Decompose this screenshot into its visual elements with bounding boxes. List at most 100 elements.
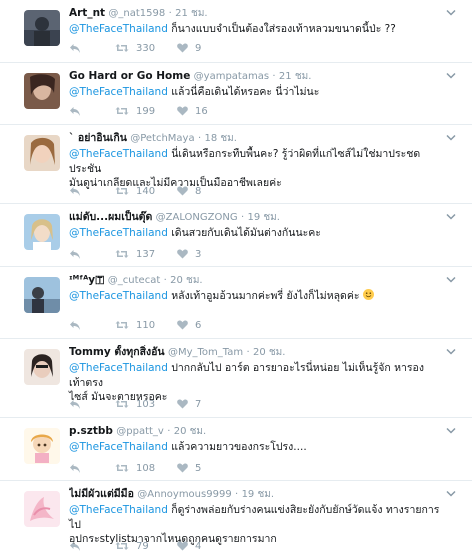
heart-icon — [177, 249, 188, 259]
chevron-down-icon[interactable] — [446, 9, 456, 17]
retweet-button[interactable]: 140 — [115, 186, 177, 197]
display-name[interactable]: แม่ดับ...ผมเป็นตุ๊ด — [69, 211, 152, 223]
heart-icon — [177, 399, 188, 409]
mention-link[interactable]: @TheFaceThailand — [69, 362, 168, 374]
like-count: 6 — [195, 319, 202, 331]
display-name[interactable]: ᶦᴹᶠᴬy🇹 — [69, 274, 104, 286]
like-button[interactable]: 3 — [177, 249, 201, 260]
avatar[interactable] — [24, 135, 60, 171]
tweet-time[interactable]: 20 ชม. — [253, 347, 285, 358]
reply-icon[interactable] — [69, 43, 115, 54]
display-name[interactable]: Tommy ตั้งทุกสิ่งอัน — [69, 346, 165, 358]
user-handle[interactable]: @ZALONGZONG — [156, 212, 238, 223]
tweet-time[interactable]: 20 ชม. — [170, 275, 202, 286]
tweet-body: หลังเท้าอูมอ้วนมากค่ะพรี่ ยังไงก็ไม่หลุด… — [167, 290, 360, 302]
retweet-button[interactable]: 103 — [115, 399, 177, 410]
user-handle[interactable]: @ppatt_v — [116, 426, 164, 437]
avatar[interactable] — [24, 491, 60, 527]
like-count: 16 — [195, 105, 208, 117]
separator-dot: · — [167, 426, 171, 437]
user-handle[interactable]: @yampatamas — [194, 71, 269, 82]
tweet-item[interactable]: p.sztbb @ppatt_v · 20 ชม. @TheFaceThaila… — [0, 418, 472, 481]
avatar[interactable] — [24, 277, 60, 313]
retweet-icon — [115, 43, 129, 53]
tweet-time[interactable]: 21 ชม. — [279, 71, 311, 82]
tweet-item[interactable]: Art_nt @_nat1598 · 21 ชม. @TheFaceThaila… — [0, 0, 472, 63]
smile-emoji-icon — [362, 289, 374, 300]
reply-icon[interactable] — [69, 320, 115, 331]
user-handle[interactable]: @_cutecat — [108, 275, 160, 286]
like-button[interactable]: 7 — [177, 399, 201, 410]
avatar[interactable] — [24, 428, 60, 464]
avatar[interactable] — [24, 73, 60, 109]
chevron-down-icon[interactable] — [446, 348, 456, 356]
mention-link[interactable]: @TheFaceThailand — [69, 290, 168, 302]
display-name[interactable]: Go Hard or Go Home — [69, 70, 190, 82]
retweet-count: 140 — [136, 185, 156, 197]
tweet-item[interactable]: ᶦᴹᶠᴬy🇹 @_cutecat · 20 ชม. @TheFaceThaila… — [0, 267, 472, 339]
tweet-actions: 110 6 — [69, 318, 201, 332]
tweet-body: เดินสวยกับเดินได้มันต่างกันนะคะ — [167, 227, 321, 239]
like-button[interactable]: 8 — [177, 186, 201, 197]
separator-dot: · — [246, 347, 250, 358]
tweet-text: @TheFaceThailand แล้วนี่คือเดินได้หรอคะ … — [69, 85, 440, 100]
display-name[interactable]: ไม่มีผัวแต่มีมือ — [69, 488, 134, 500]
tweet-time[interactable]: 21 ชม. — [175, 8, 207, 19]
tweet-item[interactable]: Go Hard or Go Home @yampatamas · 21 ชม. … — [0, 63, 472, 125]
tweet-actions: 330 9 — [69, 41, 201, 55]
avatar[interactable] — [24, 214, 60, 250]
chevron-down-icon[interactable] — [446, 276, 456, 284]
user-handle[interactable]: @PetchMaya — [130, 133, 194, 144]
user-handle[interactable]: @Annoymous9999 — [137, 489, 231, 500]
tweet-body: แล้วความยาวของกระโปรง.... — [167, 441, 307, 453]
tweet-time[interactable]: 19 ชม. — [247, 212, 279, 223]
chevron-down-icon[interactable] — [446, 490, 456, 498]
chevron-down-icon[interactable] — [446, 134, 456, 142]
like-button[interactable]: 5 — [177, 463, 201, 474]
retweet-count: 330 — [136, 42, 156, 54]
mention-link[interactable]: @TheFaceThailand — [69, 148, 168, 160]
tweet-time[interactable]: 19 ชม. — [242, 489, 274, 500]
mention-link[interactable]: @TheFaceThailand — [69, 86, 168, 98]
tweet-time[interactable]: 20 ชม. — [174, 426, 206, 437]
reply-icon[interactable] — [69, 399, 115, 410]
like-button[interactable]: 9 — [177, 43, 201, 54]
retweet-button[interactable]: 330 — [115, 43, 177, 54]
display-name[interactable]: ` อย่าอินเกิน — [69, 132, 127, 144]
retweet-button[interactable]: 137 — [115, 249, 177, 260]
mention-link[interactable]: @TheFaceThailand — [69, 441, 168, 453]
reply-icon[interactable] — [69, 106, 115, 117]
like-button[interactable]: 6 — [177, 320, 201, 331]
retweet-button[interactable]: 108 — [115, 463, 177, 474]
mention-link[interactable]: @TheFaceThailand — [69, 23, 168, 35]
tweet-item[interactable]: ไม่มีผัวแต่มีมือ @Annoymous9999 · 19 ชม.… — [0, 481, 472, 556]
mention-link[interactable]: @TheFaceThailand — [69, 504, 168, 516]
display-name[interactable]: p.sztbb — [69, 425, 113, 437]
avatar[interactable] — [24, 349, 60, 385]
mention-link[interactable]: @TheFaceThailand — [69, 227, 168, 239]
reply-icon[interactable] — [69, 186, 115, 197]
retweet-button[interactable]: 79 — [115, 541, 177, 552]
tweet-time[interactable]: 18 ชม. — [204, 133, 236, 144]
like-count: 8 — [195, 185, 202, 197]
tweet-item[interactable]: ` อย่าอินเกิน @PetchMaya · 18 ชม. @TheFa… — [0, 125, 472, 204]
avatar[interactable] — [24, 10, 60, 46]
tweet-body: ก็นางแบบจำเป็นต้องใส่รองเท้าหลวมขนาดนี้ป… — [167, 23, 396, 35]
like-button[interactable]: 16 — [177, 106, 208, 117]
reply-icon[interactable] — [69, 249, 115, 260]
user-handle[interactable]: @_nat1598 — [108, 8, 165, 19]
retweet-button[interactable]: 110 — [115, 320, 177, 331]
chevron-down-icon[interactable] — [446, 213, 456, 221]
like-button[interactable]: 4 — [177, 541, 201, 552]
tweet-item[interactable]: แม่ดับ...ผมเป็นตุ๊ด @ZALONGZONG · 19 ชม.… — [0, 204, 472, 267]
reply-icon[interactable] — [69, 541, 115, 552]
retweet-count: 108 — [136, 462, 156, 474]
user-handle[interactable]: @My_Tom_Tam — [168, 347, 243, 358]
chevron-down-icon[interactable] — [446, 72, 456, 80]
retweet-button[interactable]: 199 — [115, 106, 177, 117]
like-count: 3 — [195, 248, 202, 260]
chevron-down-icon[interactable] — [446, 427, 456, 435]
tweet-item[interactable]: Tommy ตั้งทุกสิ่งอัน @My_Tom_Tam · 20 ชม… — [0, 339, 472, 418]
display-name[interactable]: Art_nt — [69, 7, 105, 19]
reply-icon[interactable] — [69, 463, 115, 474]
